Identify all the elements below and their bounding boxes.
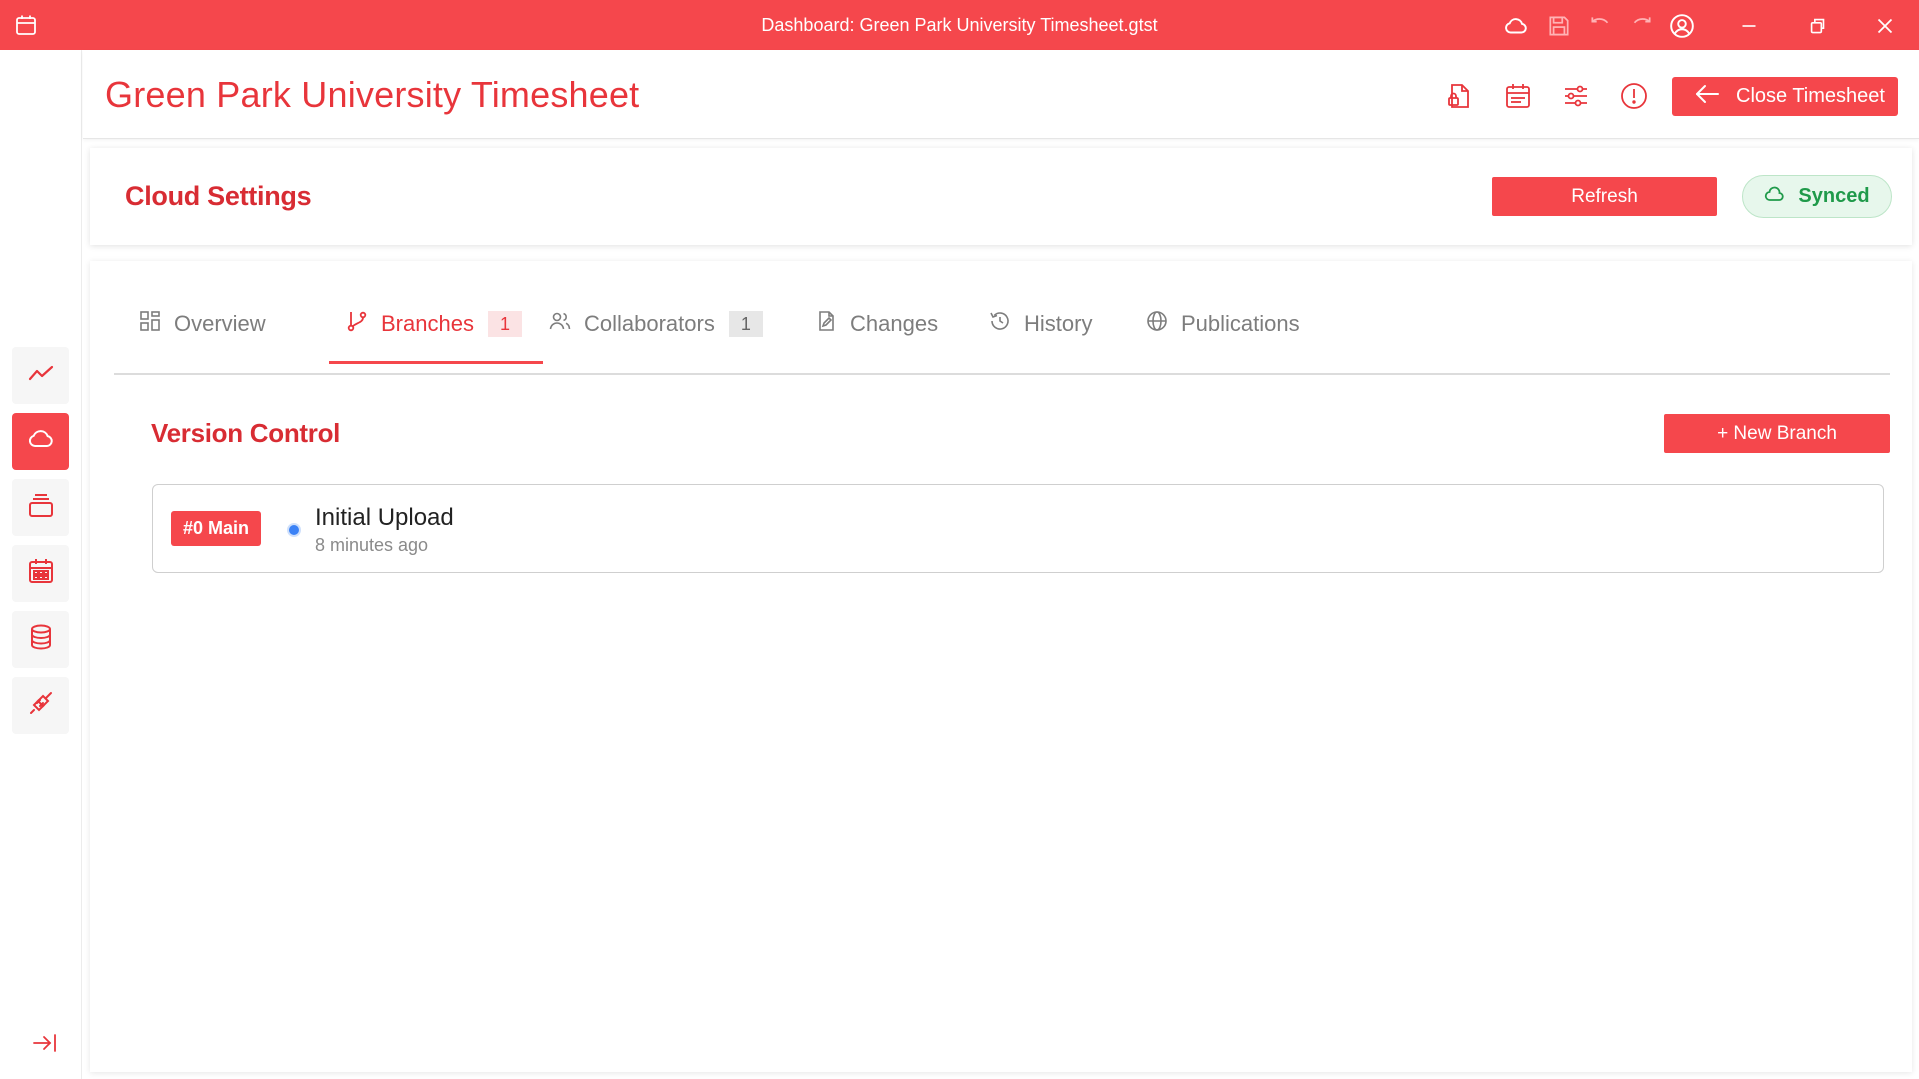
cloud-settings-title: Cloud Settings	[125, 181, 312, 211]
version-control-title: Version Control	[151, 418, 341, 448]
tab-label: Publications	[1181, 311, 1300, 336]
tab-collaborators[interactable]: Collaborators 1	[548, 305, 763, 343]
history-icon	[988, 309, 1024, 339]
rail-item-calendar[interactable]	[12, 545, 69, 602]
undo-icon[interactable]	[1587, 12, 1615, 40]
branch-list-item[interactable]: #0 Main Initial Upload 8 minutes ago	[152, 484, 1884, 573]
title-bar: Dashboard: Green Park University Timeshe…	[0, 0, 1919, 50]
tab-count-badge: 1	[728, 311, 763, 337]
tab-changes[interactable]: Changes	[814, 305, 938, 343]
left-rail	[0, 50, 82, 1079]
rail-item-layers[interactable]	[12, 479, 69, 536]
synced-status-badge: Synced	[1742, 175, 1892, 218]
active-tab-indicator	[329, 361, 543, 364]
close-timesheet-label: Close Timesheet	[1736, 85, 1885, 107]
branch-badge: #0 Main	[171, 511, 262, 546]
grid-icon	[138, 309, 174, 339]
rail-item-cloud[interactable]	[12, 413, 69, 470]
alert-circle-icon[interactable]	[1618, 80, 1650, 112]
rail-item-analytics[interactable]	[12, 347, 69, 404]
tab-label: History	[1024, 311, 1093, 336]
tab-branches[interactable]: Branches 1	[345, 305, 522, 343]
calendar-grid-icon	[26, 556, 56, 591]
users-icon	[548, 309, 584, 339]
database-icon	[26, 622, 56, 657]
calendar-icon[interactable]	[1502, 80, 1534, 112]
app-header: Green Park University Timesheet Close Ti…	[83, 50, 1919, 138]
commit-time: 8 minutes ago	[315, 535, 429, 555]
close-icon[interactable]	[1871, 12, 1899, 40]
globe-icon	[1145, 309, 1181, 339]
tab-overview[interactable]: Overview	[138, 305, 266, 343]
tab-label: Overview	[174, 311, 266, 336]
close-timesheet-button[interactable]: Close Timesheet	[1672, 77, 1898, 116]
rail-item-integrations[interactable]	[12, 677, 69, 734]
restore-icon[interactable]	[1803, 12, 1831, 40]
cloud-icon	[1764, 185, 1798, 209]
new-branch-button[interactable]: + New Branch	[1664, 414, 1890, 453]
header-divider	[83, 138, 1919, 139]
tab-label: Collaborators	[584, 311, 715, 336]
document-lock-icon[interactable]	[1443, 80, 1475, 112]
rail-item-database[interactable]	[12, 611, 69, 668]
cloud-settings-card: Cloud Settings Refresh Synced	[90, 148, 1912, 245]
sliders-icon[interactable]	[1560, 80, 1592, 112]
tab-history[interactable]: History	[988, 305, 1092, 343]
tab-label: Changes	[850, 311, 939, 336]
page-title: Green Park University Timesheet	[105, 74, 640, 115]
rail-collapse-button[interactable]	[30, 1030, 60, 1060]
commit-message: Initial Upload	[315, 504, 454, 531]
branch-icon	[345, 309, 381, 339]
tab-count-badge: 1	[487, 311, 522, 337]
cloud-icon[interactable]	[1502, 12, 1530, 40]
main-panel: Overview Branches 1 Collaborators 1 Chan…	[90, 261, 1912, 1072]
plug-icon	[26, 688, 56, 723]
tab-label: Branches	[381, 311, 474, 336]
save-icon[interactable]	[1545, 12, 1573, 40]
cloud-icon	[26, 424, 56, 459]
stack-icon	[26, 490, 56, 525]
refresh-button[interactable]: Refresh	[1492, 177, 1717, 216]
file-edit-icon	[814, 309, 850, 339]
tab-bar: Overview Branches 1 Collaborators 1 Chan…	[114, 261, 1890, 375]
redo-icon[interactable]	[1627, 12, 1655, 40]
arrow-left-icon	[1694, 83, 1736, 111]
account-icon[interactable]	[1668, 12, 1696, 40]
collapse-right-icon	[31, 1031, 59, 1060]
tab-publications[interactable]: Publications	[1145, 305, 1300, 343]
synced-label: Synced	[1798, 185, 1870, 207]
status-dot	[287, 523, 301, 537]
minimize-icon[interactable]	[1735, 12, 1763, 40]
trend-icon	[26, 358, 56, 393]
